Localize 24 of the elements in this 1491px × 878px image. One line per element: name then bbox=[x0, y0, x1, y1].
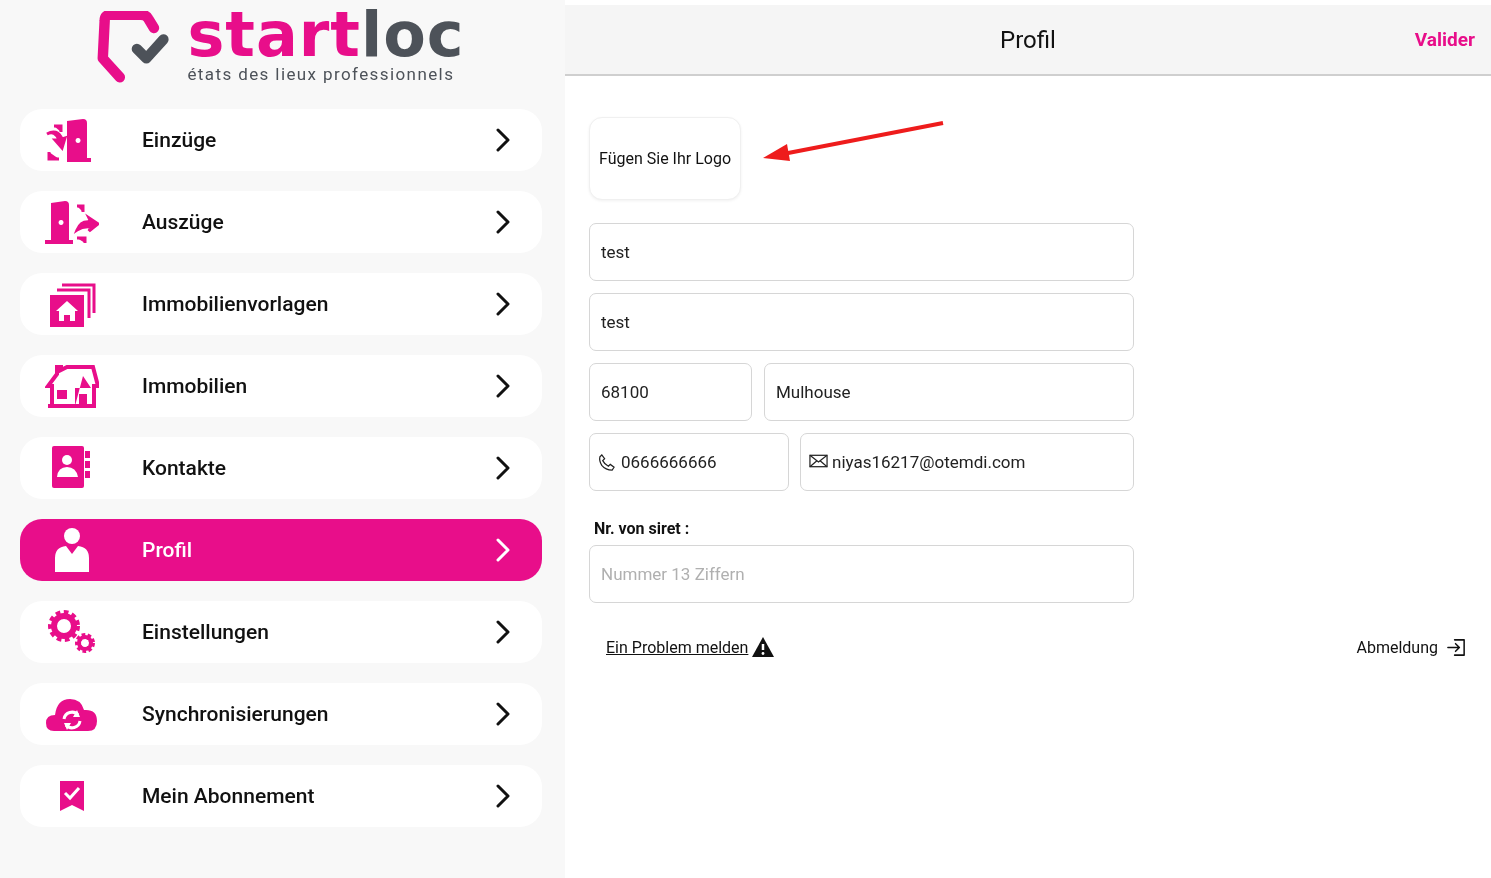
logo-upload-button[interactable]: Fügen Sie Ihr Logo bbox=[589, 117, 741, 200]
input-field[interactable]: test bbox=[589, 293, 1134, 351]
page-title: Profil bbox=[1000, 25, 1056, 54]
field-label: Nr. von siret : bbox=[594, 519, 691, 538]
input-field[interactable]: 0666666666 bbox=[589, 433, 789, 491]
input-field[interactable]: Nummer 13 Ziffern bbox=[589, 545, 1134, 603]
brand-tagline: états des lieux professionnels bbox=[187, 63, 455, 84]
menu-item[interactable]: Profil bbox=[20, 519, 542, 581]
menu-item[interactable]: Einstellungen bbox=[20, 601, 542, 663]
menu-item[interactable]: Immobilien bbox=[20, 355, 542, 417]
logout-button[interactable]: Abmeldung bbox=[1356, 636, 1467, 658]
menu-item[interactable]: Auszüge bbox=[20, 191, 542, 253]
menu-item[interactable]: Mein Abonnement bbox=[20, 765, 542, 827]
menu-item[interactable]: Einzüge bbox=[20, 109, 542, 171]
menu-item[interactable]: Immobilienvorlagen bbox=[20, 273, 542, 335]
menu-item[interactable]: Synchronisierungen bbox=[20, 683, 542, 745]
report-problem-link[interactable]: Ein Problem melden bbox=[606, 637, 749, 657]
input-field[interactable]: Mulhouse bbox=[764, 363, 1134, 421]
input-field[interactable]: test bbox=[589, 223, 1134, 281]
input-field[interactable]: niyas16217@otemdi.com bbox=[800, 433, 1134, 491]
validate-button[interactable]: Valider bbox=[1408, 27, 1481, 52]
brand-name: startloc bbox=[187, 5, 465, 64]
menu-item[interactable]: Kontakte bbox=[20, 437, 542, 499]
input-field[interactable]: 68100 bbox=[589, 363, 752, 421]
